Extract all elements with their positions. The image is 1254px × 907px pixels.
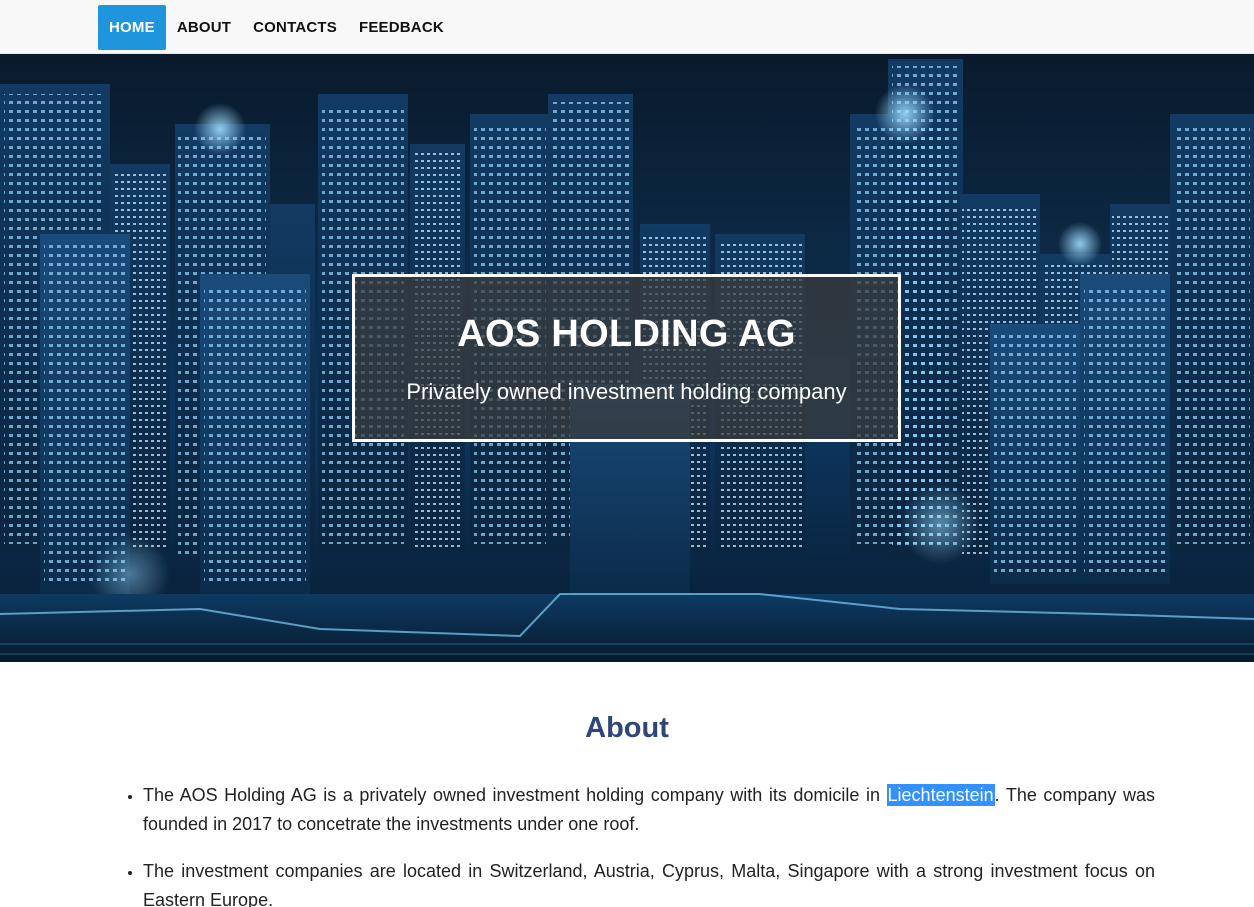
selected-text-liechtenstein: Liechtenstein	[886, 784, 995, 806]
top-navbar: HOME ABOUT CONTACTS FEEDBACK	[0, 0, 1254, 54]
about-list: The AOS Holding AG is a privately owned …	[143, 781, 1155, 907]
hero-subtitle: Privately owned investment holding compa…	[406, 379, 847, 404]
about-list-item: The investment companies are located in …	[143, 857, 1155, 907]
nav-home[interactable]: HOME	[98, 5, 166, 50]
nav-contacts[interactable]: CONTACTS	[242, 5, 348, 50]
about-list-item: The AOS Holding AG is a privately owned …	[143, 781, 1155, 839]
about-item-text-before: The AOS Holding AG is a privately owned …	[143, 785, 887, 805]
hero-title-box: AOS HOLDING AG Privately owned investmen…	[352, 274, 901, 442]
hero-title: AOS HOLDING AG	[457, 313, 796, 355]
about-heading: About	[585, 712, 669, 744]
about-item-text: The investment companies are located in …	[143, 861, 1155, 907]
nav-feedback[interactable]: FEEDBACK	[348, 5, 455, 50]
hero-banner: AOS HOLDING AG Privately owned investmen…	[0, 54, 1254, 662]
nav-menu: HOME ABOUT CONTACTS FEEDBACK	[98, 5, 455, 50]
nav-about[interactable]: ABOUT	[166, 5, 242, 50]
